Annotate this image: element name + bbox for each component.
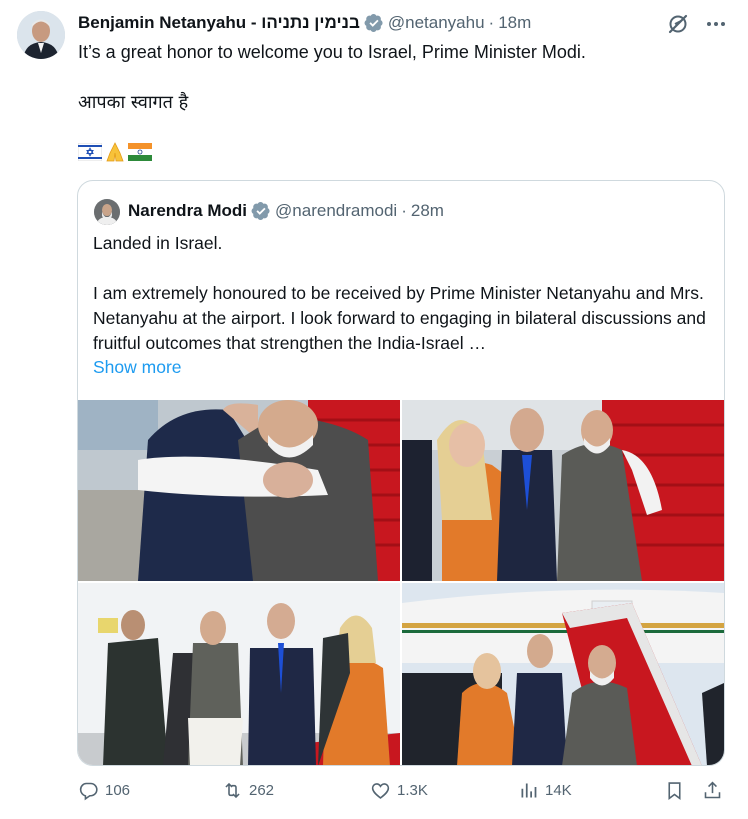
quoted-author-name[interactable]: Narendra Modi [128, 201, 247, 221]
reply-icon [79, 782, 98, 801]
israel-flag-icon [78, 143, 102, 161]
photo-hug[interactable] [78, 400, 400, 581]
grok-icon[interactable] [666, 12, 690, 36]
share-button[interactable] [702, 780, 723, 801]
folded-hands-icon [106, 142, 124, 162]
separator-dot: · [488, 13, 495, 32]
author-handle[interactable]: @netanyahu [388, 13, 485, 33]
quoted-header: Narendra Modi @narendramodi · 28m [128, 201, 444, 221]
photo-handshake[interactable] [402, 400, 724, 581]
share-icon [704, 781, 721, 799]
tweet-top-actions [666, 12, 728, 36]
quoted-tweet[interactable]: Narendra Modi @narendramodi · 28m Landed… [77, 180, 725, 766]
like-count: 1.3K [397, 782, 428, 799]
more-icon[interactable] [704, 12, 728, 36]
tweet-text-hindi: आपका स्वागत है [78, 92, 189, 113]
reply-button[interactable]: 106 [78, 780, 130, 801]
tweet-actions: 106 262 1.3K 14K [78, 780, 728, 806]
views-icon [521, 783, 537, 798]
quoted-text-line: Landed in Israel. [93, 233, 223, 253]
quoted-author-handle[interactable]: @narendramodi [275, 201, 397, 221]
author-avatar[interactable] [17, 11, 65, 59]
tweet-text-line: It’s a great honor to welcome you to Isr… [78, 42, 586, 62]
heart-icon [371, 783, 390, 799]
india-flag-icon [128, 143, 152, 161]
tweet-header: Benjamin Netanyahu - בנימין נתניהו @neta… [78, 13, 531, 33]
separator-dot: · [401, 201, 407, 220]
author-name[interactable]: Benjamin Netanyahu - בנימין נתניהו [78, 13, 360, 33]
repost-count: 262 [249, 782, 275, 799]
tweet-timestamp[interactable]: 18m [498, 13, 531, 33]
photo-guard-of-honour[interactable] [78, 583, 400, 765]
bookmark-icon [668, 782, 681, 800]
verified-badge-icon[interactable] [251, 201, 271, 221]
like-button[interactable]: 1.3K [370, 780, 428, 801]
views-button[interactable]: 14K [518, 780, 572, 801]
views-count: 14K [545, 782, 572, 799]
quoted-author-avatar[interactable] [94, 199, 120, 225]
quoted-text: Landed in Israel. I am extremely honoure… [93, 231, 713, 356]
photo-grid [78, 400, 724, 765]
show-more-link[interactable]: Show more [93, 357, 182, 378]
verified-badge-icon[interactable] [364, 13, 384, 33]
tweet-emoji: 🇮🇱🙏🇮🇳 [78, 141, 152, 163]
quoted-text-paragraph: I am extremely honoured to be received b… [93, 283, 706, 353]
repost-button[interactable]: 262 [222, 780, 274, 801]
repost-icon [225, 782, 240, 799]
reply-count: 106 [105, 782, 131, 799]
quoted-timestamp[interactable]: 28m [411, 201, 444, 221]
tweet-text: It’s a great honor to welcome you to Isr… [78, 40, 728, 64]
bookmark-button[interactable] [664, 780, 685, 801]
photo-arrival-aircraft[interactable] [402, 583, 724, 765]
